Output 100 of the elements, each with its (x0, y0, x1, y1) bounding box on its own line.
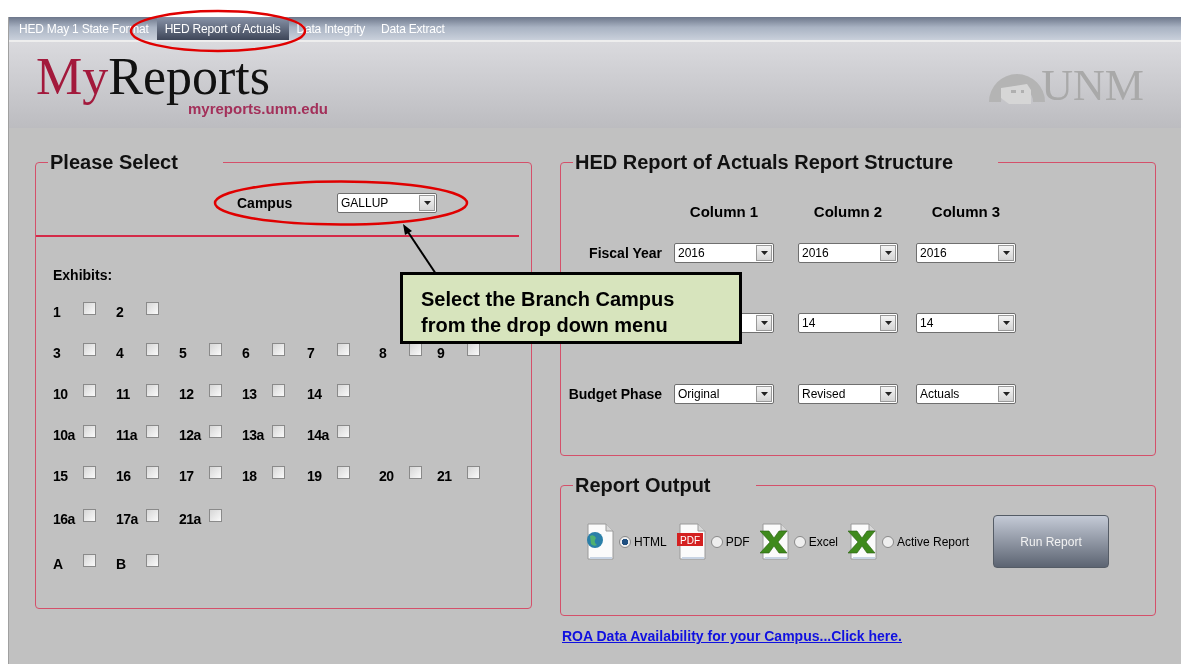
spreadsheet-document-icon (759, 522, 790, 561)
exhibit-label: 12a (179, 426, 203, 443)
panel-title: HED Report of Actuals Report Structure (574, 151, 955, 174)
checkbox[interactable] (83, 384, 96, 397)
caret-icon (884, 392, 892, 396)
radio-button[interactable] (882, 535, 894, 548)
radio-button[interactable] (619, 535, 631, 548)
checkbox[interactable] (83, 302, 96, 315)
checkbox[interactable] (337, 466, 350, 479)
checkbox[interactable] (83, 554, 96, 567)
dropdown-arrow-button[interactable] (880, 315, 896, 331)
checkbox[interactable] (272, 425, 285, 438)
exhibit-label: A (53, 555, 64, 572)
radio-button[interactable] (793, 535, 806, 548)
exhibit-label: 17a (116, 510, 140, 527)
exhibit-label: 15 (53, 467, 69, 484)
dropdown-arrow-button[interactable] (756, 245, 772, 261)
annotation-tooltip: Select the Branch Campus from the drop down menu (400, 272, 742, 344)
checkbox[interactable] (146, 343, 159, 356)
caret-icon (1002, 251, 1010, 255)
dropdown[interactable]: 14 (798, 313, 898, 333)
checkbox[interactable] (83, 509, 96, 522)
exhibit-label: 19 (307, 467, 323, 484)
caret-icon (760, 321, 768, 325)
format-label: Excel (808, 534, 838, 549)
checkbox[interactable] (337, 425, 350, 438)
caret-icon (884, 321, 892, 325)
dropdown[interactable]: 2016 (674, 243, 774, 263)
checkbox[interactable] (146, 554, 159, 567)
campus-data-link[interactable]: ROA Data Availability for your Campus...Click here. (562, 628, 902, 644)
campus-label: Campus (237, 195, 294, 211)
checkbox[interactable] (337, 384, 350, 397)
caret-icon (423, 201, 431, 205)
checkbox[interactable] (272, 466, 285, 479)
checkbox[interactable] (209, 466, 222, 479)
checkbox[interactable] (209, 509, 222, 522)
exhibit-label: 5 (179, 344, 188, 361)
exhibit-label: 10a (53, 426, 77, 443)
dropdown-arrow-button[interactable] (998, 386, 1014, 402)
dropdown[interactable]: 2016 (798, 243, 898, 263)
pdf-document-icon: PDF (676, 522, 707, 561)
dropdown-arrow-button[interactable] (756, 386, 772, 402)
caret-icon (760, 251, 768, 255)
exhibit-label: 14 (307, 385, 323, 402)
column-header: Column 3 (930, 203, 1002, 222)
dropdown-arrow-button[interactable] (419, 195, 435, 211)
checkbox[interactable] (146, 466, 159, 479)
exhibit-label: 16a (53, 510, 77, 527)
exhibit-label: 1 (53, 303, 62, 320)
dropdown-arrow-button[interactable] (998, 315, 1014, 331)
dropdown[interactable]: GALLUP (337, 193, 437, 213)
dropdown[interactable]: Actuals (916, 384, 1016, 404)
checkbox[interactable] (146, 302, 159, 315)
checkbox[interactable] (146, 509, 159, 522)
exhibit-label: 16 (116, 467, 132, 484)
row-label: Fiscal Year (589, 245, 662, 263)
exhibit-label: 12 (179, 385, 195, 402)
column-header: Column 2 (812, 203, 884, 222)
checkbox[interactable] (209, 384, 222, 397)
exhibit-label: 7 (307, 344, 316, 361)
exhibits-label: Exhibits: (53, 267, 114, 283)
dropdown-arrow-button[interactable] (880, 245, 896, 261)
checkbox[interactable] (337, 343, 350, 356)
exhibit-label: B (116, 555, 127, 572)
checkbox[interactable] (209, 343, 222, 356)
checkbox[interactable] (272, 343, 285, 356)
checkbox[interactable] (146, 425, 159, 438)
globe-document-icon (585, 522, 615, 561)
exhibit-label: 21 (437, 467, 453, 484)
format-label: HTML (634, 534, 667, 549)
dropdown[interactable]: Revised (798, 384, 898, 404)
exhibit-label: 10 (53, 385, 69, 402)
dropdown[interactable]: 2016 (916, 243, 1016, 263)
format-label: Active Report (897, 534, 970, 549)
radio-button[interactable] (710, 535, 723, 548)
row-label: Budget Phase (568, 386, 662, 404)
exhibit-label: 21a (179, 510, 203, 527)
dropdown[interactable]: Original (674, 384, 774, 404)
format-label: PDF (725, 534, 750, 549)
caret-icon (884, 251, 892, 255)
checkbox[interactable] (83, 343, 96, 356)
panel-title: Please Select (49, 152, 179, 174)
exhibit-label: 3 (53, 344, 62, 361)
checkbox[interactable] (83, 466, 96, 479)
dropdown[interactable]: 14 (916, 313, 1016, 333)
dropdown-arrow-button[interactable] (880, 386, 896, 402)
exhibit-label: 11a (116, 426, 139, 443)
caret-icon (760, 392, 768, 396)
checkbox[interactable] (83, 425, 96, 438)
caret-icon (1002, 392, 1010, 396)
dropdown-arrow-button[interactable] (998, 245, 1014, 261)
dropdown-arrow-button[interactable] (756, 315, 772, 331)
tab[interactable]: HED Report of Actuals (156, 17, 289, 40)
checkbox[interactable] (272, 384, 285, 397)
checkbox[interactable] (146, 384, 159, 397)
exhibit-label: 11 (116, 385, 131, 402)
exhibit-label: 6 (242, 344, 251, 361)
checkbox[interactable] (409, 466, 422, 479)
checkbox[interactable] (209, 425, 222, 438)
checkbox[interactable] (467, 466, 480, 479)
